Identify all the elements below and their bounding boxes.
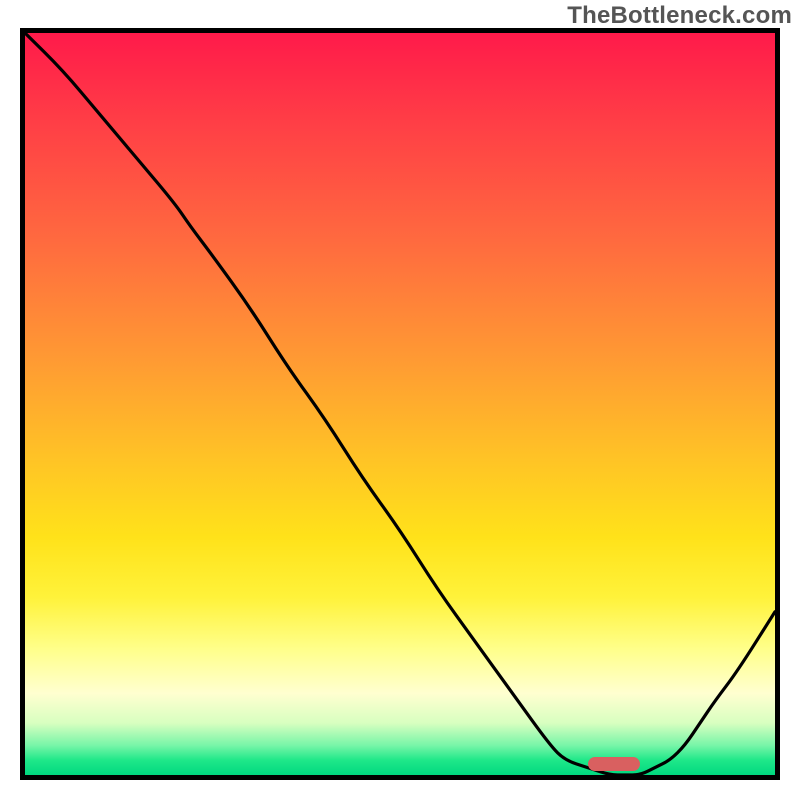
plot-area bbox=[20, 28, 780, 780]
chart-container: TheBottleneck.com bbox=[0, 0, 800, 800]
watermark-label: TheBottleneck.com bbox=[567, 2, 792, 30]
minimum-marker bbox=[588, 757, 641, 771]
bottleneck-curve bbox=[25, 33, 775, 775]
